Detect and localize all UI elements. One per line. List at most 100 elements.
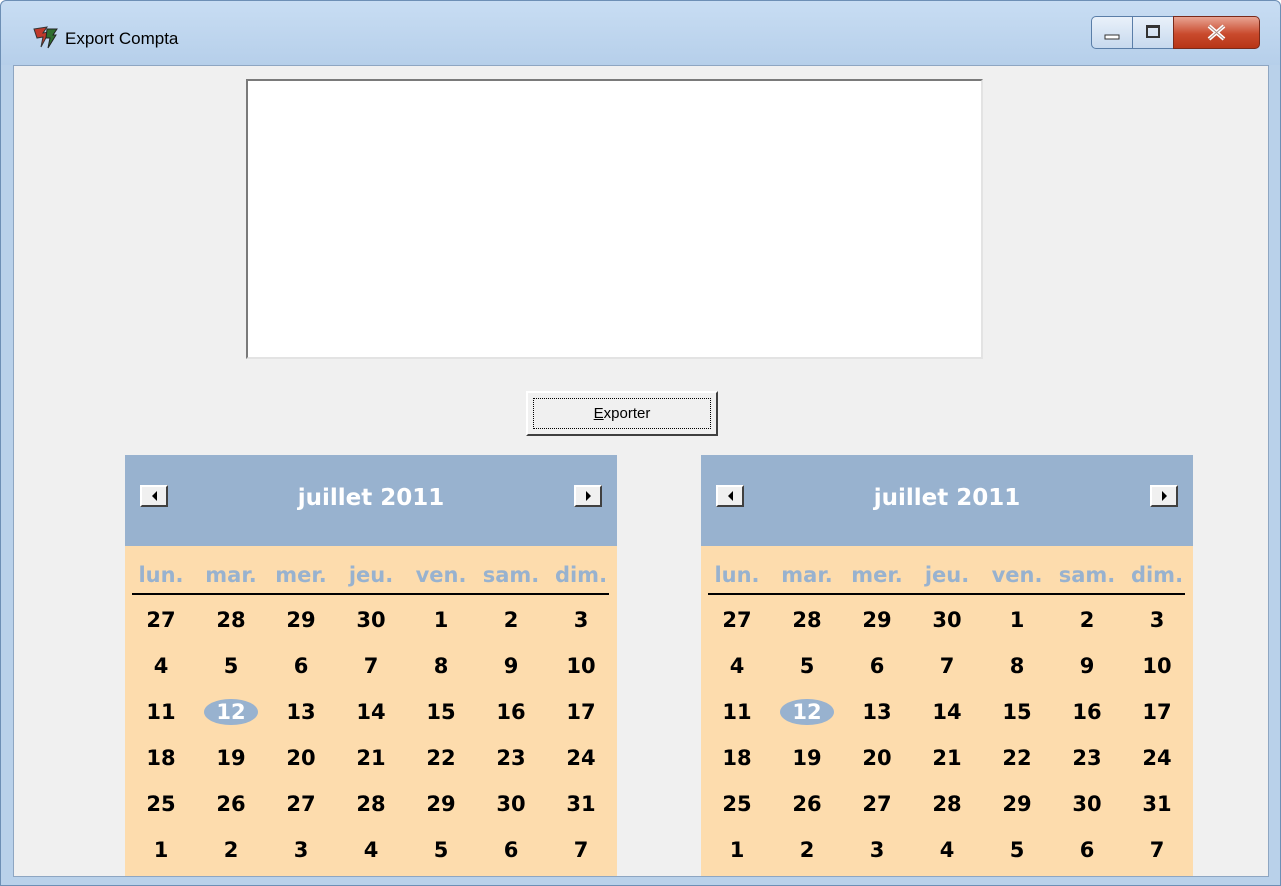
day-cell[interactable]: 29 [406, 781, 476, 827]
day-cell[interactable]: 6 [266, 643, 336, 689]
day-cell[interactable]: 31 [546, 781, 616, 827]
day-cell[interactable]: 23 [476, 735, 546, 781]
day-cell[interactable]: 11 [702, 689, 772, 735]
day-cell[interactable]: 30 [912, 597, 982, 643]
day-cell[interactable]: 2 [772, 827, 842, 873]
day-cell[interactable]: 18 [126, 735, 196, 781]
day-cell[interactable]: 14 [336, 689, 406, 735]
maximize-button[interactable] [1132, 16, 1174, 49]
day-cell[interactable]: 2 [476, 597, 546, 643]
day-cell[interactable]: 11 [126, 689, 196, 735]
day-cell[interactable]: 16 [1052, 689, 1122, 735]
day-cell[interactable]: 21 [336, 735, 406, 781]
day-cell[interactable]: 16 [476, 689, 546, 735]
day-cell[interactable]: 13 [842, 689, 912, 735]
day-cell[interactable]: 1 [406, 597, 476, 643]
day-cell[interactable]: 13 [266, 689, 336, 735]
day-cell[interactable]: 24 [546, 735, 616, 781]
day-cell[interactable]: 26 [772, 781, 842, 827]
day-cell[interactable]: 1 [702, 827, 772, 873]
day-cell[interactable]: 5 [982, 827, 1052, 873]
day-cell[interactable]: 22 [406, 735, 476, 781]
day-number: 21 [932, 746, 962, 770]
next-month-button[interactable] [1150, 485, 1178, 507]
day-cell[interactable]: 5 [406, 827, 476, 873]
day-cell[interactable]: 21 [912, 735, 982, 781]
day-cell[interactable]: 27 [126, 597, 196, 643]
day-cell[interactable]: 12 [772, 689, 842, 735]
day-cell[interactable]: 10 [1122, 643, 1192, 689]
day-cell[interactable]: 27 [266, 781, 336, 827]
day-cell[interactable]: 15 [406, 689, 476, 735]
day-cell[interactable]: 30 [336, 597, 406, 643]
day-cell[interactable]: 28 [196, 597, 266, 643]
day-cell[interactable]: 14 [912, 689, 982, 735]
export-output-field[interactable] [246, 79, 983, 359]
day-cell[interactable]: 8 [406, 643, 476, 689]
day-cell[interactable]: 8 [982, 643, 1052, 689]
close-button[interactable] [1173, 16, 1260, 49]
title-bar[interactable]: Export Compta [1, 1, 1280, 65]
day-cell[interactable]: 3 [546, 597, 616, 643]
day-cell[interactable]: 9 [1052, 643, 1122, 689]
day-cell[interactable]: 1 [126, 827, 196, 873]
weekday-label: dim. [554, 563, 608, 587]
day-cell[interactable]: 28 [772, 597, 842, 643]
day-cell[interactable]: 30 [1052, 781, 1122, 827]
day-cell[interactable]: 19 [196, 735, 266, 781]
day-cell[interactable]: 1 [982, 597, 1052, 643]
day-cell[interactable]: 2 [196, 827, 266, 873]
day-cell[interactable]: 3 [266, 827, 336, 873]
day-cell[interactable]: 6 [842, 643, 912, 689]
day-cell[interactable]: 20 [842, 735, 912, 781]
day-cell[interactable]: 27 [702, 597, 772, 643]
day-cell[interactable]: 3 [842, 827, 912, 873]
day-cell[interactable]: 10 [546, 643, 616, 689]
day-cell[interactable]: 28 [912, 781, 982, 827]
day-cell[interactable]: 5 [772, 643, 842, 689]
day-cell[interactable]: 9 [476, 643, 546, 689]
day-cell[interactable]: 25 [702, 781, 772, 827]
day-cell[interactable]: 22 [982, 735, 1052, 781]
day-cell[interactable]: 29 [266, 597, 336, 643]
day-cell[interactable]: 6 [1052, 827, 1122, 873]
day-cell[interactable]: 7 [336, 643, 406, 689]
next-month-button[interactable] [574, 485, 602, 507]
day-cell[interactable]: 29 [842, 597, 912, 643]
day-cell[interactable]: 7 [1122, 827, 1192, 873]
day-cell[interactable]: 18 [702, 735, 772, 781]
day-cell[interactable]: 20 [266, 735, 336, 781]
minimize-button[interactable] [1091, 16, 1133, 49]
day-cell[interactable]: 4 [912, 827, 982, 873]
export-button[interactable]: Exporter [526, 391, 718, 436]
day-number: 28 [356, 792, 386, 816]
calendar-right[interactable]: juillet 2011 lun. mar. mer. jeu. ven. sam. dim… [701, 455, 1193, 876]
day-cell[interactable]: 3 [1122, 597, 1192, 643]
day-cell[interactable]: 2 [1052, 597, 1122, 643]
day-number: 30 [1072, 792, 1102, 816]
day-cell[interactable]: 23 [1052, 735, 1122, 781]
day-cell[interactable]: 24 [1122, 735, 1192, 781]
day-cell[interactable]: 7 [912, 643, 982, 689]
day-cell[interactable]: 30 [476, 781, 546, 827]
day-cell[interactable]: 15 [982, 689, 1052, 735]
day-cell[interactable]: 7 [546, 827, 616, 873]
day-cell[interactable]: 4 [126, 643, 196, 689]
day-cell[interactable]: 28 [336, 781, 406, 827]
day-cell[interactable]: 25 [126, 781, 196, 827]
day-cell[interactable]: 26 [196, 781, 266, 827]
calendar-left[interactable]: juillet 2011 lun. mar. mer. jeu. ven. sam. dim… [125, 455, 617, 876]
day-cell[interactable]: 17 [1122, 689, 1192, 735]
day-cell[interactable]: 6 [476, 827, 546, 873]
day-cell[interactable]: 17 [546, 689, 616, 735]
day-cell[interactable]: 5 [196, 643, 266, 689]
day-cell[interactable]: 29 [982, 781, 1052, 827]
day-cell[interactable]: 27 [842, 781, 912, 827]
day-cell[interactable]: 4 [336, 827, 406, 873]
day-cell[interactable]: 12 [196, 689, 266, 735]
day-number: 30 [356, 608, 386, 632]
day-cell[interactable]: 19 [772, 735, 842, 781]
day-cell[interactable]: 4 [702, 643, 772, 689]
day-number: 28 [216, 608, 246, 632]
day-cell[interactable]: 31 [1122, 781, 1192, 827]
